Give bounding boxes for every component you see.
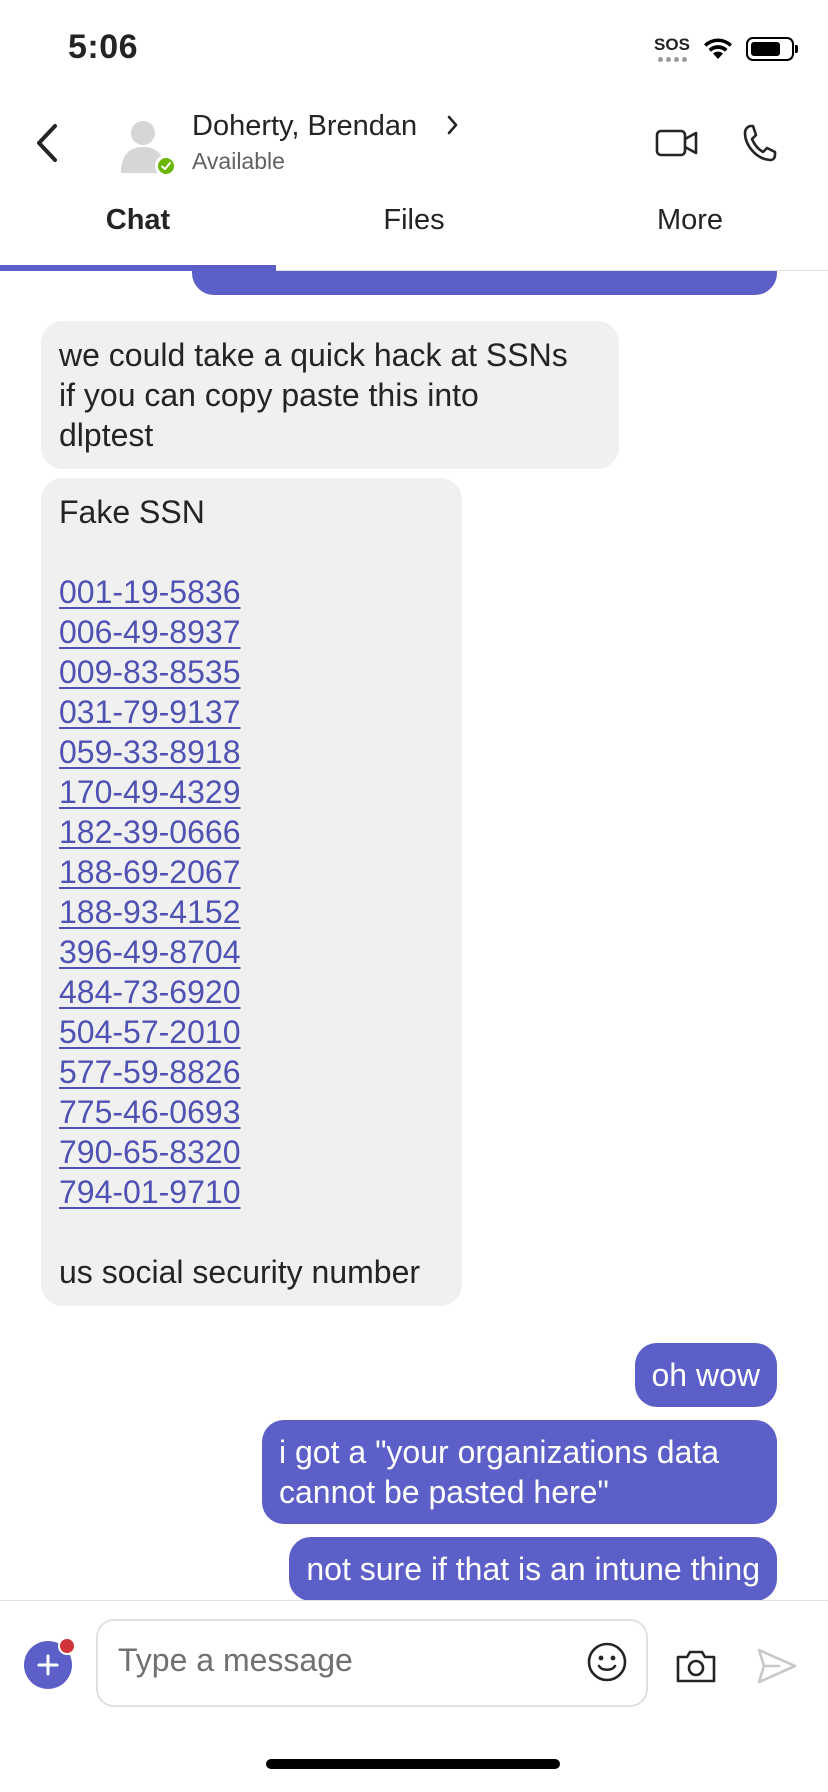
- home-indicator: [266, 1759, 560, 1769]
- tab-bar: Chat Files More: [0, 190, 828, 271]
- outgoing-message-partial[interactable]: [192, 271, 777, 295]
- ssn-link[interactable]: 794-01-9710: [59, 1174, 240, 1210]
- chat-header: Doherty, Brendan Available: [0, 100, 828, 190]
- sos-indicator: SOS: [654, 36, 690, 62]
- ssn-link[interactable]: 006-49-8937: [59, 614, 240, 650]
- ssn-link[interactable]: 775-46-0693: [59, 1094, 240, 1130]
- battery-fill: [751, 42, 780, 56]
- message-footer: us social security number: [59, 1254, 421, 1290]
- ssn-link[interactable]: 009-83-8535: [59, 654, 240, 690]
- message-input-box[interactable]: [96, 1619, 648, 1707]
- tab-chat[interactable]: Chat: [0, 204, 276, 237]
- video-camera-icon: [655, 129, 698, 157]
- message-title: Fake SSN: [59, 494, 205, 530]
- status-time: 5:06: [68, 28, 139, 66]
- outgoing-message[interactable]: not sure if that is an intune thing: [289, 1537, 777, 1601]
- ssn-link[interactable]: 577-59-8826: [59, 1054, 240, 1090]
- battery-icon: [746, 37, 798, 61]
- chevron-left-icon: [37, 124, 57, 162]
- camera-button[interactable]: [672, 1643, 720, 1689]
- tab-files[interactable]: Files: [276, 204, 552, 237]
- incoming-message-ssn-list[interactable]: Fake SSN 001-19-5836 006-49-8937 009-83-…: [41, 478, 462, 1306]
- ssn-link[interactable]: 484-73-6920: [59, 974, 240, 1010]
- back-button[interactable]: [22, 118, 72, 168]
- message-list[interactable]: we could take a quick hack at SSNs if yo…: [0, 271, 828, 1601]
- message-line: cannot be pasted here": [279, 1474, 609, 1510]
- outgoing-message[interactable]: i got a "your organizations data cannot …: [262, 1420, 777, 1524]
- active-tab-indicator: [0, 265, 276, 271]
- message-text: not sure if that is an intune thing: [306, 1551, 760, 1587]
- ssn-link[interactable]: 001-19-5836: [59, 574, 240, 610]
- signal-dots-icon: [654, 57, 690, 62]
- plus-icon: [37, 1654, 59, 1676]
- ssn-link[interactable]: 396-49-8704: [59, 934, 240, 970]
- video-call-button[interactable]: [650, 118, 704, 168]
- message-text: oh wow: [651, 1357, 761, 1393]
- audio-call-button[interactable]: [735, 116, 785, 170]
- message-composer: [0, 1600, 828, 1711]
- ssn-link[interactable]: 031-79-9137: [59, 694, 240, 730]
- ssn-link[interactable]: 188-93-4152: [59, 894, 240, 930]
- emoji-icon: [587, 1642, 627, 1682]
- camera-icon: [676, 1650, 716, 1683]
- message-line: dlptest: [59, 417, 154, 453]
- sos-label: SOS: [654, 35, 690, 54]
- status-icons: SOS: [654, 36, 798, 62]
- message-input[interactable]: [116, 1641, 550, 1680]
- tab-more[interactable]: More: [552, 204, 828, 237]
- ssn-link[interactable]: 059-33-8918: [59, 734, 240, 770]
- contact-name[interactable]: Doherty, Brendan: [192, 110, 417, 143]
- phone-icon: [743, 124, 777, 162]
- send-icon: [757, 1648, 797, 1684]
- ssn-link[interactable]: 790-65-8320: [59, 1134, 240, 1170]
- ssn-link[interactable]: 188-69-2067: [59, 854, 240, 890]
- outgoing-message[interactable]: oh wow: [634, 1343, 777, 1407]
- notification-dot: [58, 1637, 76, 1655]
- ssn-link[interactable]: 170-49-4329: [59, 774, 240, 810]
- message-line: we could take a quick hack at SSNs: [59, 337, 568, 373]
- message-line: i got a "your organizations data: [279, 1434, 720, 1470]
- ssn-link[interactable]: 504-57-2010: [59, 1014, 240, 1050]
- add-attachment-button[interactable]: [24, 1637, 76, 1689]
- emoji-button[interactable]: [584, 1639, 630, 1685]
- send-button[interactable]: [752, 1641, 802, 1691]
- ssn-list: 001-19-5836 006-49-8937 009-83-8535 031-…: [59, 572, 444, 1212]
- avatar[interactable]: [115, 115, 177, 177]
- incoming-message[interactable]: we could take a quick hack at SSNs if yo…: [41, 321, 619, 469]
- presence-available-icon: [155, 155, 177, 177]
- status-bar: 5:06 SOS: [0, 0, 828, 100]
- contact-status: Available: [192, 148, 285, 174]
- chevron-right-icon[interactable]: [445, 112, 461, 143]
- message-line: if you can copy paste this into: [59, 377, 479, 413]
- ssn-link[interactable]: 182-39-0666: [59, 814, 240, 850]
- wifi-icon: [704, 38, 732, 59]
